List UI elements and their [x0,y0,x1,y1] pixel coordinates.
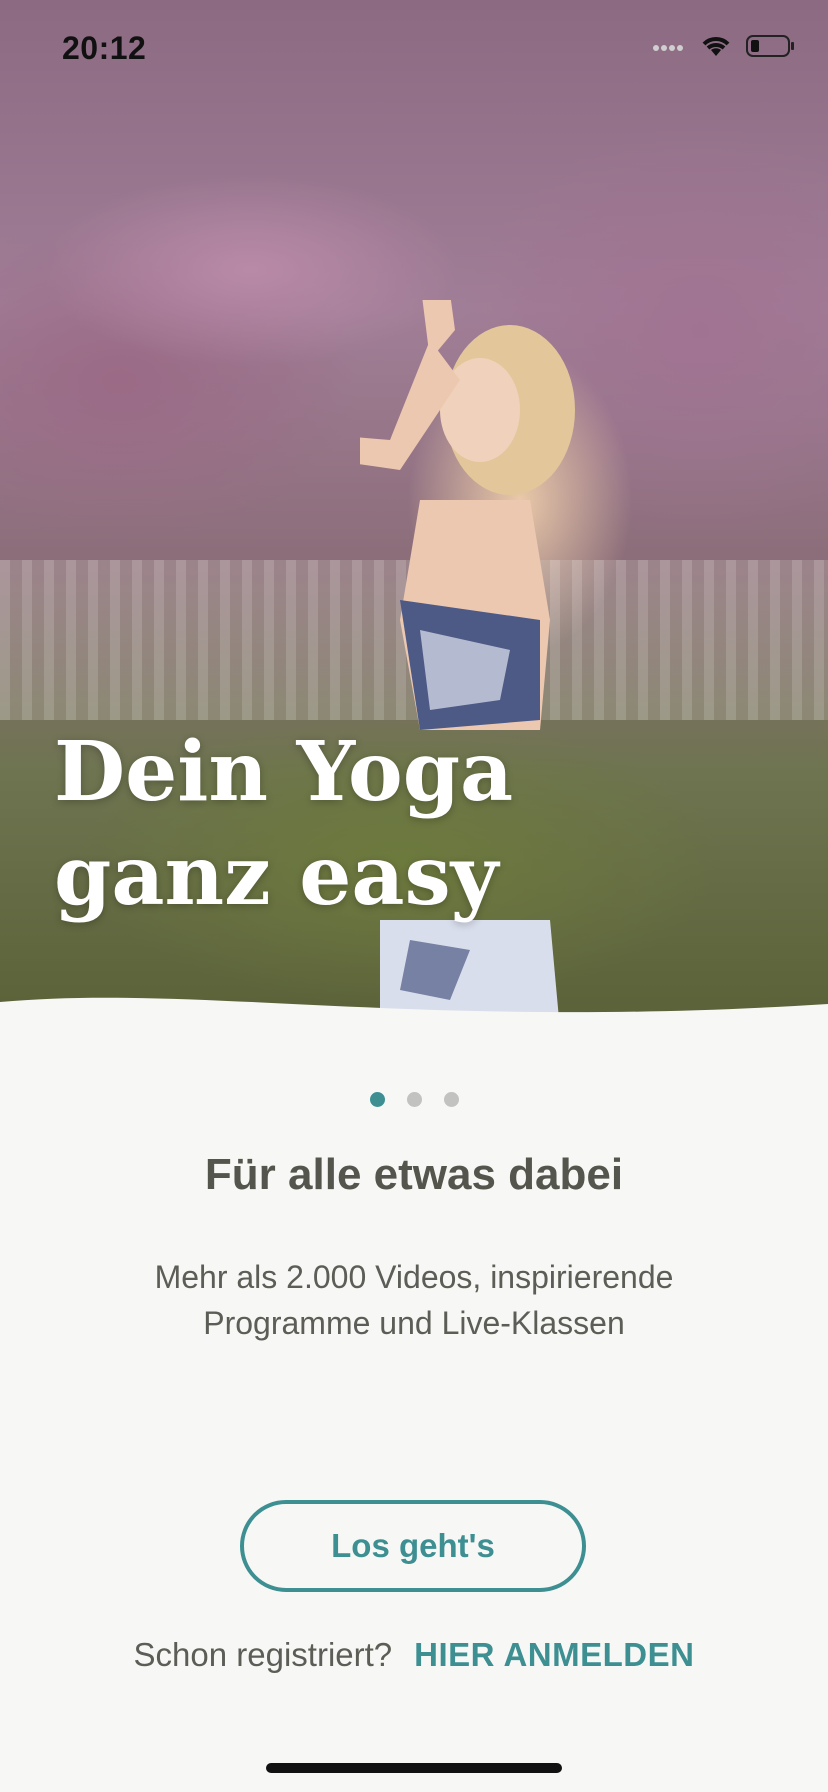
subtext: Mehr als 2.000 Videos, inspirierende Pro… [154,1259,674,1341]
login-question: Schon registriert? [133,1636,393,1673]
get-started-button[interactable]: Los geht's [240,1500,586,1592]
pagination-dot-2[interactable] [406,1092,422,1107]
headline: Für alle etwas dabei [204,1150,624,1199]
carousel-pagination [0,1092,828,1107]
status-bar: 20:12 [0,0,828,100]
pagination-dot-1[interactable] [369,1092,385,1107]
home-indicator [266,1763,562,1773]
login-link[interactable]: HIER ANMELDEN [414,1636,694,1674]
pagination-dot-3[interactable] [443,1092,459,1107]
battery-icon [746,34,796,63]
login-row: Schon registriert? HIER ANMELDEN [0,1636,828,1674]
hero-title: Dein Yoga ganz easy [54,724,514,924]
signal-dots-icon [652,40,686,58]
status-time: 20:12 [62,30,147,66]
wifi-icon [700,34,732,63]
status-icons [652,34,796,63]
hero-wave-divider [0,997,828,1050]
